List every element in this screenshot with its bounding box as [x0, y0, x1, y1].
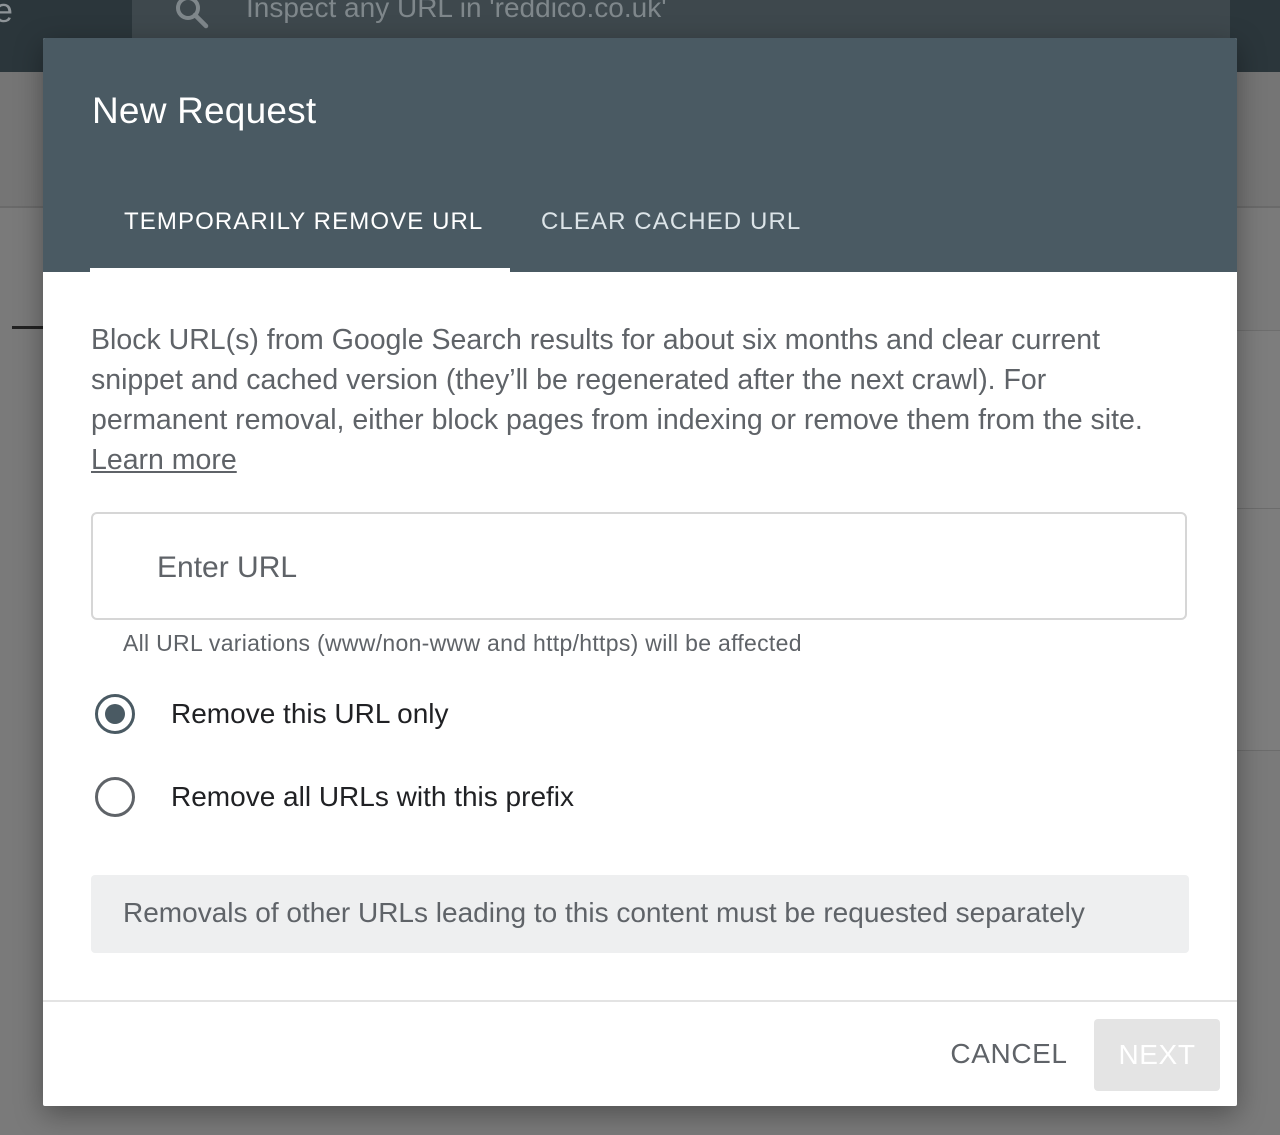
tab-clear-cached-url[interactable]: CLEAR CACHED URL — [541, 208, 801, 236]
radio-button-unchecked[interactable] — [95, 777, 135, 817]
radio-label: Remove this URL only — [171, 698, 449, 729]
dialog-title: New Request — [92, 90, 317, 131]
divider — [1236, 750, 1280, 751]
tab-temporarily-remove-url[interactable]: TEMPORARILY REMOVE URL — [124, 208, 483, 236]
search-icon — [176, 0, 209, 29]
page-right-panel — [1236, 330, 1280, 751]
selected-tab-indicator — [90, 268, 510, 272]
description-text: Block URL(s) from Google Search results … — [91, 320, 1181, 480]
url-input[interactable] — [155, 542, 1159, 594]
radio-label: Remove all URLs with this prefix — [171, 781, 575, 812]
radio-button-checked[interactable] — [95, 694, 135, 734]
search-placeholder-text: Inspect any URL in 'reddico.co.uk' — [246, 0, 667, 23]
footer-divider — [43, 1000, 1237, 1002]
info-note: Removals of other URLs leading to this c… — [91, 875, 1189, 953]
next-button[interactable]: NEXT — [1094, 1019, 1220, 1091]
info-note-text: Removals of other URLs leading to this c… — [123, 897, 1085, 928]
url-helper-text: All URL variations (www/non-www and http… — [123, 630, 802, 656]
dialog-header: New Request TEMPORARILY REMOVE URL CLEAR… — [43, 38, 1237, 272]
divider — [1236, 508, 1280, 509]
new-request-dialog: New Request TEMPORARILY REMOVE URL CLEAR… — [43, 38, 1237, 1106]
app-logo-fragment: e — [0, 0, 13, 30]
page-tab-indicator — [12, 326, 44, 329]
url-inspection-search: Inspect any URL in 'reddico.co.uk' — [132, 0, 1230, 38]
description-body: Block URL(s) from Google Search results … — [91, 324, 1143, 436]
radio-dot — [105, 704, 125, 724]
cancel-button[interactable]: CANCEL — [939, 1019, 1079, 1089]
learn-more-link[interactable]: Learn more — [91, 444, 237, 476]
url-field[interactable] — [91, 512, 1187, 620]
